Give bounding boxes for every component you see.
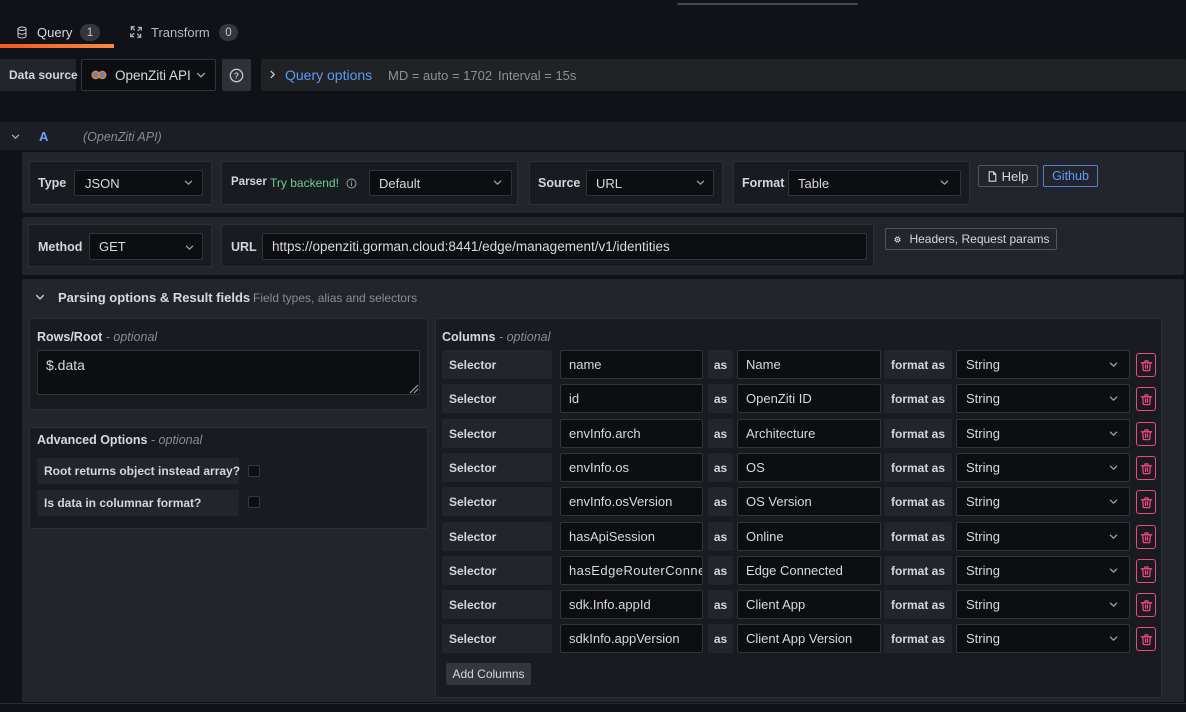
svg-text:?: ? — [234, 70, 239, 80]
